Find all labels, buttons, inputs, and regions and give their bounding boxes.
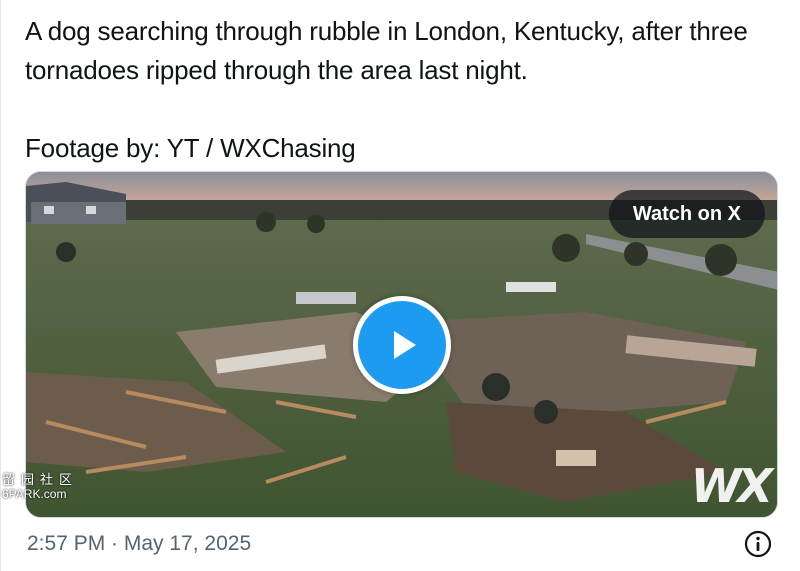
watermark-cn-text: 留园社区	[2, 472, 79, 487]
tweet-credit-line: Footage by: YT / WXChasing	[25, 133, 356, 163]
channel-logo: WX	[690, 459, 773, 513]
left-border	[0, 0, 1, 571]
video-player[interactable]: Watch on X WX	[25, 171, 778, 518]
tweet-text: A dog searching through rubble in London…	[25, 12, 785, 168]
tweet-text-line: A dog searching through rubble in London…	[25, 16, 748, 85]
watch-on-x-button[interactable]: Watch on X	[608, 190, 765, 238]
info-icon[interactable]	[744, 530, 772, 558]
tweet-timestamp[interactable]: 2:57 PM · May 17, 2025	[27, 532, 251, 556]
play-button[interactable]	[353, 296, 451, 394]
watermark-site-text: 6PARK.com	[2, 487, 67, 501]
play-icon	[394, 331, 416, 359]
site-watermark: 留园社区 6PARK.com	[2, 472, 78, 502]
